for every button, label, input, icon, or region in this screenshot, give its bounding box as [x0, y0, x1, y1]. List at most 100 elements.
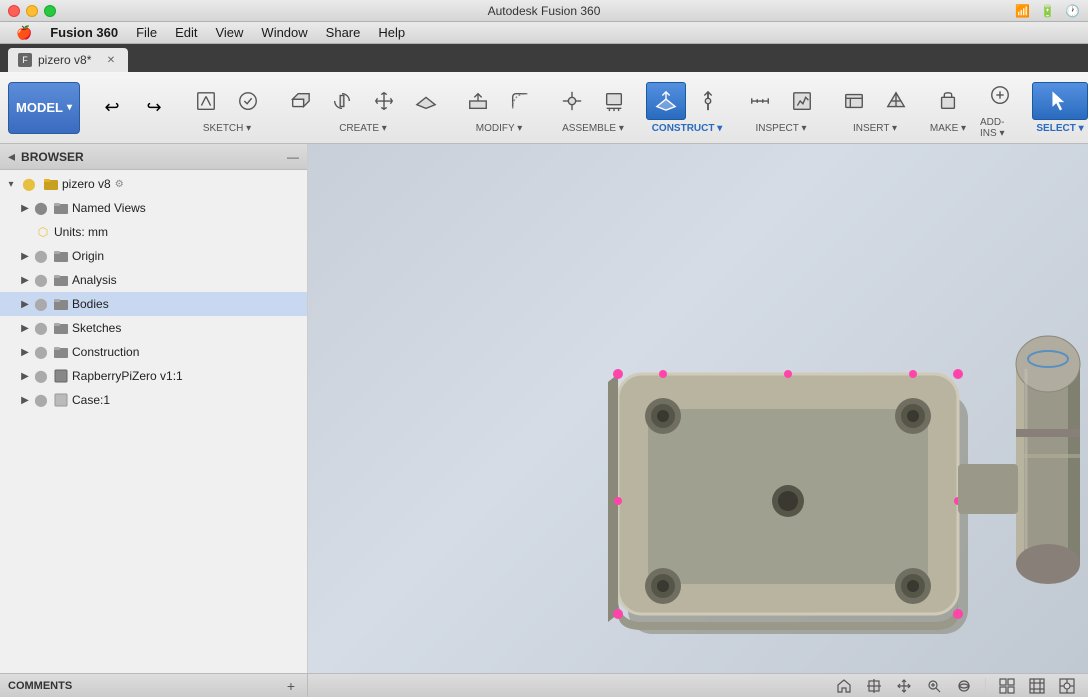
- browser-collapse-button[interactable]: ◂: [8, 148, 15, 165]
- browser-content: ▾ ⬤ pizero v8 ⚙ ▶ ⬤ Named Views: [0, 170, 307, 673]
- inspect-analysis-button[interactable]: [782, 82, 822, 120]
- tree-item-named-views[interactable]: ▶ ⬤ Named Views: [0, 196, 307, 220]
- create-group: CREATE ▾: [280, 82, 446, 134]
- tree-item-bodies[interactable]: ▶ ⬤ Bodies: [0, 292, 307, 316]
- case-expand-icon[interactable]: ▶: [18, 393, 32, 407]
- inspect-measure-button[interactable]: [740, 82, 780, 120]
- root-expand-icon[interactable]: ▾: [4, 177, 18, 191]
- origin-folder-icon: [53, 248, 69, 264]
- comments-add-button[interactable]: +: [283, 678, 299, 694]
- tab-bar: F pizero v8* ✕: [0, 44, 1088, 72]
- viewport-tools: [308, 677, 1088, 695]
- construction-expand-icon[interactable]: ▶: [18, 345, 32, 359]
- root-settings-icon[interactable]: ⚙: [115, 179, 124, 190]
- orbit-button[interactable]: [951, 677, 977, 695]
- browser-options-icon[interactable]: —: [287, 150, 299, 164]
- apple-menu[interactable]: 🍎: [8, 23, 40, 43]
- mode-button[interactable]: MODEL ▾: [8, 82, 80, 134]
- construct-axis-button[interactable]: [688, 82, 728, 120]
- raspberry-expand-icon[interactable]: ▶: [18, 369, 32, 383]
- tree-item-root[interactable]: ▾ ⬤ pizero v8 ⚙: [0, 172, 307, 196]
- menu-bar: 🍎 Fusion 360 File Edit View Window Share…: [0, 22, 1088, 44]
- app-name-menu[interactable]: Fusion 360: [42, 23, 126, 42]
- file-menu[interactable]: File: [128, 23, 165, 42]
- analysis-folder-icon: [53, 272, 69, 288]
- inspect-group: INSPECT ▾: [740, 82, 822, 134]
- construct-plane-button[interactable]: [646, 82, 686, 120]
- maximize-button[interactable]: [44, 5, 56, 17]
- grid-button[interactable]: [1024, 677, 1050, 695]
- insert-mesh-button[interactable]: [876, 82, 916, 120]
- fit-view-button[interactable]: [861, 677, 887, 695]
- display-mode-button[interactable]: [994, 677, 1020, 695]
- root-label: pizero v8: [62, 177, 111, 191]
- select-button[interactable]: [1032, 82, 1088, 120]
- construction-visibility-icon[interactable]: ⬤: [34, 345, 48, 359]
- redo-button[interactable]: ↪: [134, 89, 174, 127]
- bodies-visibility-icon[interactable]: ⬤: [34, 297, 48, 311]
- tree-item-case[interactable]: ▶ ⬤ Case:1: [0, 388, 307, 412]
- modify-press-pull-button[interactable]: [458, 82, 498, 120]
- sketches-expand-icon[interactable]: ▶: [18, 321, 32, 335]
- share-menu[interactable]: Share: [318, 23, 369, 42]
- tab-label: pizero v8*: [38, 53, 91, 67]
- undo-button[interactable]: ↩: [92, 89, 132, 127]
- assemble-joint-button[interactable]: [552, 82, 592, 120]
- browser-header: ◂ BROWSER —: [0, 144, 307, 170]
- active-tab[interactable]: F pizero v8* ✕: [8, 48, 128, 72]
- raspberry-visibility-icon[interactable]: ⬤: [34, 369, 48, 383]
- bodies-label: Bodies: [72, 297, 109, 311]
- zoom-button[interactable]: [921, 677, 947, 695]
- view-menu[interactable]: View: [207, 23, 251, 42]
- snap-button[interactable]: [1054, 677, 1080, 695]
- create-move-button[interactable]: [364, 82, 404, 120]
- tab-close-button[interactable]: ✕: [104, 53, 118, 67]
- origin-visibility-icon[interactable]: ⬤: [34, 249, 48, 263]
- make-button[interactable]: [928, 82, 968, 120]
- pan-button[interactable]: [891, 677, 917, 695]
- viewport[interactable]: [308, 144, 1088, 673]
- home-view-icon: [836, 678, 852, 694]
- minimize-button[interactable]: [26, 5, 38, 17]
- window-menu[interactable]: Window: [253, 23, 315, 42]
- named-views-visibility-icon[interactable]: ⬤: [34, 201, 48, 215]
- home-view-button[interactable]: [831, 677, 857, 695]
- assemble-ground-button[interactable]: [594, 82, 634, 120]
- case-visibility-icon[interactable]: ⬤: [34, 393, 48, 407]
- tree-item-construction[interactable]: ▶ ⬤ Construction: [0, 340, 307, 364]
- construction-label: Construction: [72, 345, 139, 359]
- assemble-group: ASSEMBLE ▾: [552, 82, 634, 134]
- finish-sketch-icon: [237, 90, 259, 112]
- tree-item-raspberry[interactable]: ▶ ⬤ RapberryPiZero v1:1: [0, 364, 307, 388]
- analysis-expand-icon[interactable]: ▶: [18, 273, 32, 287]
- snap-icon: [1059, 678, 1075, 694]
- create-revolve-button[interactable]: [322, 82, 362, 120]
- close-button[interactable]: [8, 5, 20, 17]
- analysis-label: Analysis: [72, 273, 117, 287]
- sketch-finish-button[interactable]: [228, 82, 268, 120]
- traffic-lights[interactable]: [8, 5, 56, 17]
- bodies-expand-icon[interactable]: ▶: [18, 297, 32, 311]
- tree-item-sketches[interactable]: ▶ ⬤ Sketches: [0, 316, 307, 340]
- origin-expand-icon[interactable]: ▶: [18, 249, 32, 263]
- create-plane-button[interactable]: [406, 82, 446, 120]
- modify-fillet-button[interactable]: [500, 82, 540, 120]
- insert-canvas-button[interactable]: [834, 82, 874, 120]
- make-label: MAKE ▾: [930, 123, 966, 134]
- root-visibility-icon[interactable]: ⬤: [21, 176, 37, 192]
- sketch-button[interactable]: [186, 82, 226, 120]
- analysis-visibility-icon[interactable]: ⬤: [34, 273, 48, 287]
- edit-menu[interactable]: Edit: [167, 23, 205, 42]
- insert-label: INSERT ▾: [853, 123, 897, 134]
- addins-button[interactable]: [980, 76, 1020, 114]
- tree-item-units[interactable]: ▶ ⬡ Units: mm: [0, 220, 307, 244]
- grid-icon: [1029, 678, 1045, 694]
- extrude-icon: [289, 90, 311, 112]
- create-extrude-button[interactable]: [280, 82, 320, 120]
- help-menu[interactable]: Help: [370, 23, 413, 42]
- tree-item-analysis[interactable]: ▶ ⬤ Analysis: [0, 268, 307, 292]
- named-views-expand-icon[interactable]: ▶: [18, 201, 32, 215]
- sketches-visibility-icon[interactable]: ⬤: [34, 321, 48, 335]
- tree-item-origin[interactable]: ▶ ⬤ Origin: [0, 244, 307, 268]
- bodies-folder-icon: [53, 296, 69, 312]
